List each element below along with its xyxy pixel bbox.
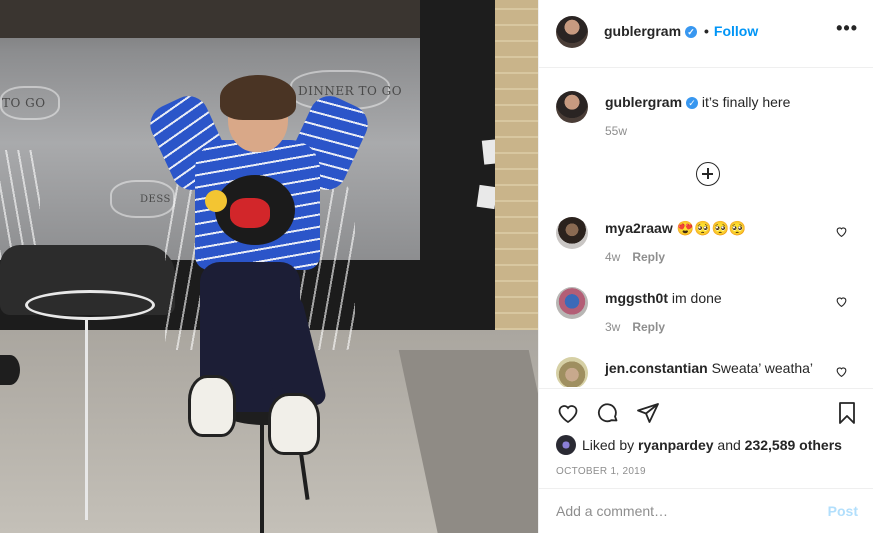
comment: jen.constantian Sweata’ weatha’ <box>539 357 873 387</box>
comment-body: Sweata’ weatha’ <box>711 360 814 376</box>
person-hair <box>220 75 296 120</box>
comment-body: im done <box>671 290 722 306</box>
brick-wall <box>495 0 538 360</box>
add-comment-bar: Post <box>539 488 873 533</box>
post-date[interactable]: OCTOBER 1, 2019 <box>556 466 646 477</box>
avatar[interactable] <box>556 435 576 455</box>
comment: mggsth0t im done 3w Reply <box>539 287 873 347</box>
sweater-graphic-red <box>230 198 270 228</box>
timestamp[interactable]: 3w <box>605 320 620 334</box>
more-options-icon[interactable]: ••• <box>836 18 858 39</box>
avatar[interactable] <box>556 217 588 249</box>
comment: mya2raaw 😍🥺🥺🥺 4w Reply <box>539 217 873 277</box>
post-photo[interactable]: TO GO DINNER TO GO DESS <box>0 0 538 533</box>
stool <box>0 355 20 385</box>
follow-label[interactable]: Follow <box>714 23 758 39</box>
separator-dot: • <box>704 23 709 39</box>
post-button[interactable]: Post <box>828 503 858 519</box>
comment-input[interactable] <box>556 501 806 521</box>
sneaker <box>268 393 320 455</box>
post-header: gublergram ✓ • Follow ••• <box>539 0 873 68</box>
likes-summary: Liked by ryanpardey and 232,589 others <box>556 435 842 455</box>
timestamp[interactable]: 55w <box>605 124 627 138</box>
username[interactable]: mya2raaw <box>605 220 673 236</box>
heart-icon[interactable] <box>835 365 848 378</box>
avatar[interactable] <box>556 16 588 48</box>
liked-by-user[interactable]: ryanpardey <box>638 437 713 453</box>
sneaker <box>188 375 236 437</box>
comment-meta: 4w Reply <box>605 250 665 264</box>
share-icon[interactable] <box>636 401 660 425</box>
comment-body: 😍🥺🥺🥺 <box>676 220 747 236</box>
window-sign-label: DINNER TO GO <box>298 84 403 98</box>
liked-and: and <box>717 437 741 453</box>
bookmark-icon[interactable] <box>835 401 859 425</box>
comment-text: mggsth0t im done <box>605 290 722 306</box>
chair-leg <box>260 420 264 533</box>
reply-button[interactable]: Reply <box>632 320 665 334</box>
load-more-comments-icon[interactable] <box>696 162 720 186</box>
username[interactable]: jen.constantian <box>605 360 708 376</box>
follow-button[interactable]: • Follow <box>704 23 758 39</box>
shop-window-top <box>0 0 440 38</box>
comment-text: mya2raaw 😍🥺🥺🥺 <box>605 220 746 237</box>
reply-button[interactable]: Reply <box>632 250 665 264</box>
sweater-graphic-yellow <box>205 190 227 212</box>
table-leg <box>85 320 88 520</box>
avatar[interactable] <box>556 91 588 123</box>
timestamp[interactable]: 4w <box>605 250 620 264</box>
window-sign-label: TO GO <box>2 96 46 110</box>
username[interactable]: gublergram <box>604 23 681 39</box>
avatar[interactable] <box>556 357 588 387</box>
username[interactable]: mggsth0t <box>605 290 668 306</box>
caption-body: it’s finally here <box>701 94 791 110</box>
white-table <box>25 290 155 320</box>
heart-icon[interactable] <box>835 295 848 308</box>
comment-meta: 3w Reply <box>605 320 665 334</box>
comments-list[interactable]: gublergram ✓ it’s finally here 55w mya2ra… <box>539 69 873 387</box>
comment-text: jen.constantian Sweata’ weatha’ <box>605 360 813 376</box>
verified-badge-icon: ✓ <box>685 26 698 38</box>
username[interactable]: gublergram <box>605 94 682 110</box>
post-side-panel: gublergram ✓ • Follow ••• gublergram ✓ it’s… <box>538 0 873 533</box>
avatar[interactable] <box>556 287 588 319</box>
heart-icon[interactable] <box>556 401 580 425</box>
verified-badge-icon: ✓ <box>686 97 699 109</box>
liked-by-label: Liked by <box>582 437 635 453</box>
caption-text: gublergram ✓ it’s finally here <box>605 94 790 110</box>
wire-chair <box>0 150 40 260</box>
action-bar: Liked by ryanpardey and 232,589 others O… <box>539 388 873 488</box>
heart-icon[interactable] <box>835 225 848 238</box>
comment-icon[interactable] <box>596 401 620 425</box>
post-author[interactable]: gublergram ✓ <box>604 23 698 39</box>
likes-count[interactable]: 232,589 others <box>745 437 842 453</box>
